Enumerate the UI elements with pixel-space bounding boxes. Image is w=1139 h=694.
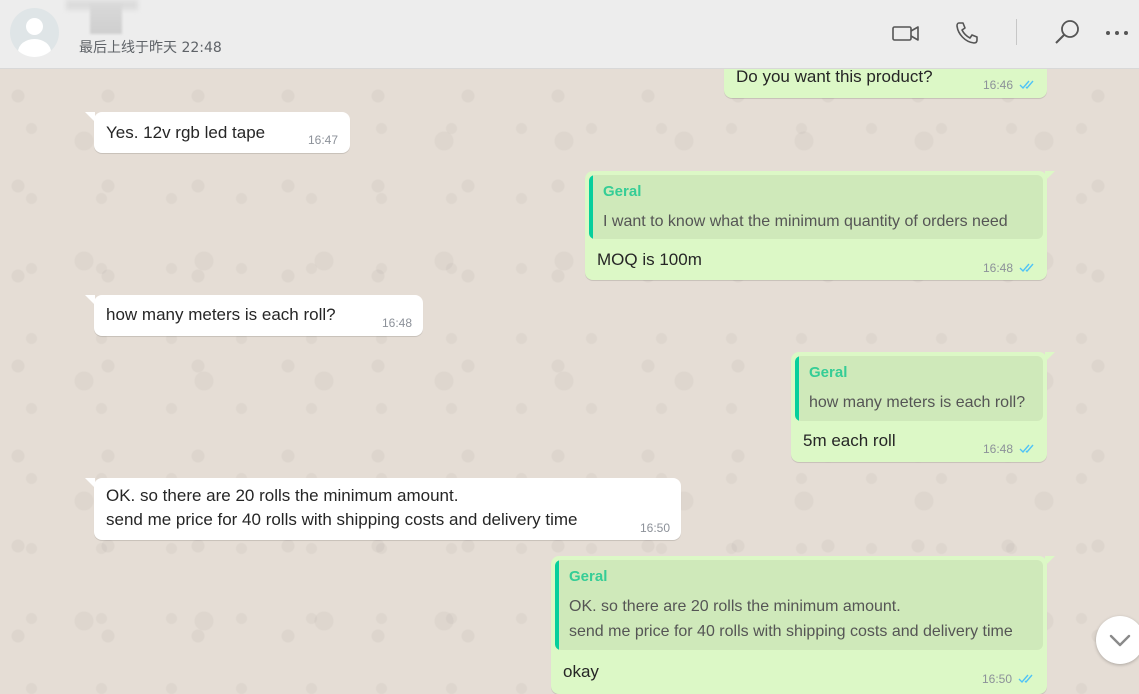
- message-text: OK. so there are 20 rolls the minimum am…: [106, 486, 578, 529]
- message-time: 16:50: [982, 672, 1013, 686]
- message-time: 16:48: [983, 261, 1014, 275]
- avatar[interactable]: [10, 8, 59, 57]
- read-ticks-icon: [1019, 263, 1034, 273]
- video-call-icon[interactable]: [891, 18, 921, 48]
- message-text: okay: [563, 662, 599, 681]
- message-text: how many meters is each roll?: [106, 305, 336, 324]
- message-time: 16:48: [382, 316, 413, 330]
- message-time: 16:46: [983, 78, 1014, 92]
- menu-icon[interactable]: [1103, 18, 1133, 48]
- blurred-contact-name-block: [90, 4, 122, 34]
- quoted-sender-name: Geral: [603, 183, 642, 200]
- quoted-message[interactable]: Geral OK. so there are 20 rolls the mini…: [555, 560, 1043, 650]
- chat-header: 最后上线于昨天 22:48: [0, 0, 1139, 69]
- message-bubble-incoming[interactable]: OK. so there are 20 rolls the minimum am…: [94, 478, 681, 540]
- read-ticks-icon: [1018, 674, 1033, 684]
- chevron-down-icon: [1109, 634, 1131, 647]
- message-bubble-outgoing[interactable]: Geral how many meters is each roll? 5m e…: [791, 352, 1047, 462]
- quoted-sender-name: Geral: [569, 568, 608, 585]
- quoted-message[interactable]: Geral I want to know what the minimum qu…: [589, 175, 1043, 239]
- read-ticks-icon: [1019, 80, 1034, 90]
- voice-call-icon[interactable]: [953, 18, 983, 48]
- search-icon[interactable]: [1053, 18, 1083, 48]
- message-text: Yes. 12v rgb led tape: [106, 123, 266, 142]
- message-bubble-incoming[interactable]: Yes. 12v rgb led tape 16:47: [94, 112, 350, 153]
- message-text: MOQ is 100m: [597, 250, 702, 269]
- message-bubble-incoming[interactable]: how many meters is each roll? 16:48: [94, 295, 423, 336]
- quoted-sender-name: Geral: [809, 364, 848, 381]
- message-bubble-outgoing[interactable]: Geral OK. so there are 20 rolls the mini…: [551, 556, 1047, 694]
- avatar-head-shape: [26, 18, 43, 35]
- message-time: 16:47: [308, 133, 339, 147]
- avatar-body-shape: [18, 39, 51, 57]
- quote-accent-bar: [555, 560, 559, 650]
- message-bubble-outgoing[interactable]: Geral I want to know what the minimum qu…: [585, 171, 1047, 280]
- message-time: 16:48: [983, 442, 1014, 456]
- message-bubble-outgoing[interactable]: Do you want this product? 16:46: [724, 69, 1047, 98]
- header-divider: [1016, 19, 1017, 45]
- quote-accent-bar: [795, 356, 799, 421]
- quote-accent-bar: [589, 175, 593, 239]
- last-seen-status: 最后上线于昨天 22:48: [79, 40, 222, 56]
- message-text: 5m each roll: [803, 431, 896, 450]
- quoted-message[interactable]: Geral how many meters is each roll?: [795, 356, 1043, 421]
- quoted-text: OK. so there are 20 rolls the minimum am…: [569, 598, 1013, 640]
- message-time: 16:50: [640, 521, 671, 535]
- read-ticks-icon: [1019, 444, 1034, 454]
- message-text: Do you want this product?: [736, 69, 933, 86]
- quoted-text: I want to know what the minimum quantity…: [603, 213, 1008, 230]
- scroll-to-bottom-button[interactable]: [1096, 616, 1139, 664]
- message-list[interactable]: Do you want this product? 16:46 Yes. 12v…: [0, 69, 1139, 694]
- quoted-text: how many meters is each roll?: [809, 394, 1026, 411]
